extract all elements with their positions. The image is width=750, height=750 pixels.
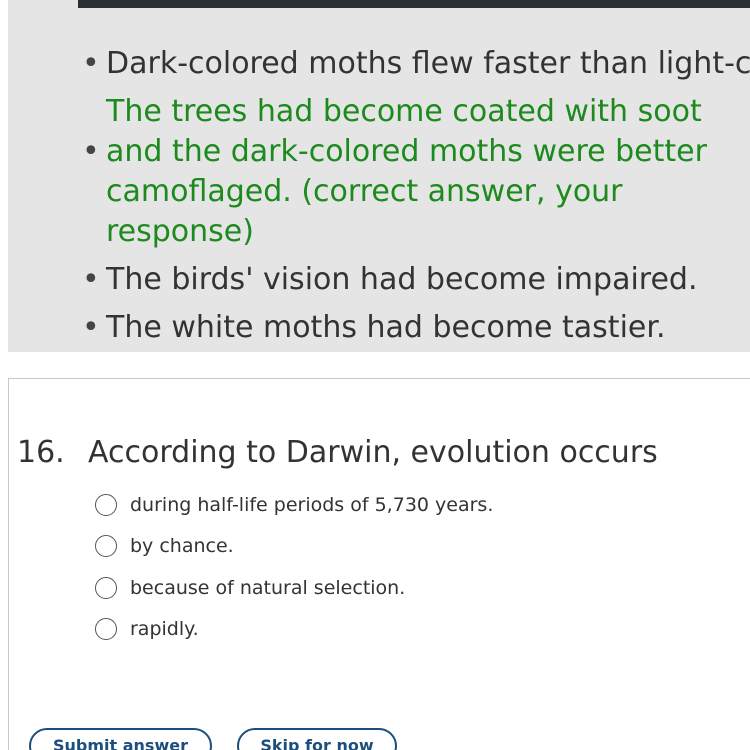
option-label[interactable]: because of natural selection. xyxy=(130,577,405,599)
bullet-icon: • xyxy=(82,262,100,297)
answer-choice-text: The birds' vision had become impaired. xyxy=(106,262,698,297)
answer-choice-text: Dark-colored moths flew faster than ligh… xyxy=(106,46,750,81)
option-list: during half-life periods of 5,730 years.… xyxy=(95,484,493,650)
answer-choice: • The birds' vision had become impaired. xyxy=(8,260,750,300)
question-image-edge xyxy=(78,0,750,8)
bullet-icon: • xyxy=(82,134,100,169)
option-item[interactable]: because of natural selection. xyxy=(95,567,493,609)
option-label[interactable]: by chance. xyxy=(130,535,234,557)
option-item[interactable]: rapidly. xyxy=(95,609,493,651)
bullet-icon: • xyxy=(82,46,100,81)
question-text: According to Darwin, evolution occurs xyxy=(88,435,658,470)
option-item[interactable]: during half-life periods of 5,730 years. xyxy=(95,484,493,526)
bullet-icon: • xyxy=(82,310,100,345)
answer-choice-text: The trees had become coated with soot an… xyxy=(106,94,707,249)
answer-choice-correct: • The trees had become coated with soot … xyxy=(8,92,746,252)
answer-choice: • The white moths had become tastier. xyxy=(8,308,750,348)
answer-feedback-panel: • Dark-colored moths flew faster than li… xyxy=(8,0,750,352)
radio-button[interactable] xyxy=(95,618,117,641)
option-label[interactable]: during half-life periods of 5,730 years. xyxy=(130,494,493,516)
answer-choice: • Dark-colored moths flew faster than li… xyxy=(8,44,750,84)
question-card: 16. According to Darwin, evolution occur… xyxy=(8,378,750,750)
submit-answer-button[interactable]: Submit answer xyxy=(29,728,212,750)
page: • Dark-colored moths flew faster than li… xyxy=(0,0,750,750)
skip-for-now-button[interactable]: Skip for now xyxy=(237,728,397,750)
option-item[interactable]: by chance. xyxy=(95,526,493,568)
question-number: 16. xyxy=(17,435,65,470)
radio-button[interactable] xyxy=(95,493,117,516)
answer-choice-text: The white moths had become tastier. xyxy=(106,310,666,345)
option-label[interactable]: rapidly. xyxy=(130,618,199,640)
radio-button[interactable] xyxy=(95,576,117,599)
answer-choices-list: • Dark-colored moths flew faster than li… xyxy=(8,44,750,356)
radio-button[interactable] xyxy=(95,535,117,558)
